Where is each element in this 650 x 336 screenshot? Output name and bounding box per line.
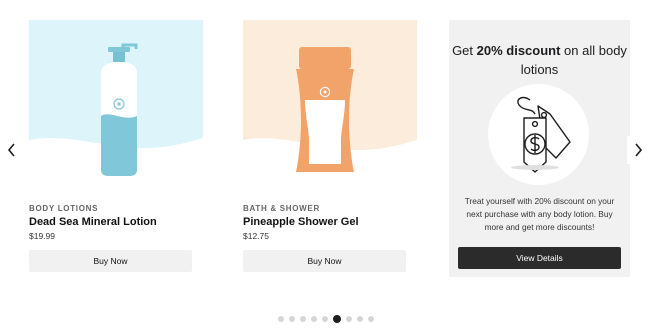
pagination-dot[interactable]: [357, 316, 363, 322]
pagination-dot[interactable]: [346, 316, 352, 322]
product-category: BATH & SHOWER: [243, 204, 320, 213]
pagination-dot[interactable]: [322, 316, 328, 322]
shower-gel-bottle-illustration: [243, 20, 417, 192]
view-details-button[interactable]: View Details: [458, 247, 621, 269]
pagination-dot[interactable]: [300, 316, 306, 322]
promo-description: Treat yourself with 20% discount on your…: [464, 196, 615, 232]
pagination-dot[interactable]: [289, 316, 295, 322]
carousel-pagination: [278, 315, 374, 323]
product-price: $12.75: [243, 231, 269, 241]
promo-icon-shadow: [511, 165, 559, 170]
lotion-bottle-illustration: [29, 20, 203, 192]
pagination-dot-active[interactable]: [333, 315, 341, 323]
product-name[interactable]: Dead Sea Mineral Lotion: [29, 216, 203, 228]
carousel-next-button[interactable]: [627, 136, 649, 164]
product-card: BODY LOTIONS Dead Sea Mineral Lotion $19…: [29, 20, 203, 272]
product-category: BODY LOTIONS: [29, 204, 99, 213]
promo-title-highlight: 20% discount: [476, 43, 561, 58]
buy-now-button[interactable]: Buy Now: [29, 250, 192, 272]
product-card: BATH & SHOWER Pineapple Shower Gel $12.7…: [243, 20, 417, 272]
buy-now-button[interactable]: Buy Now: [243, 250, 406, 272]
pagination-dot[interactable]: [368, 316, 374, 322]
chevron-left-icon: [7, 143, 15, 157]
product-image-lotion-bottle[interactable]: [29, 20, 203, 192]
promo-card: Get 20% discount on all body lotions Tre…: [449, 20, 630, 277]
product-name[interactable]: Pineapple Shower Gel: [243, 216, 417, 228]
product-carousel: BODY LOTIONS Dead Sea Mineral Lotion $19…: [0, 0, 650, 336]
product-image-shower-gel[interactable]: [243, 20, 417, 192]
pagination-dot[interactable]: [311, 316, 317, 322]
carousel-prev-button[interactable]: [1, 136, 23, 164]
promo-title-prefix: Get: [452, 43, 477, 58]
product-price: $19.99: [29, 231, 55, 241]
pagination-dot[interactable]: [278, 316, 284, 322]
promo-title: Get 20% discount on all body lotions: [449, 41, 630, 79]
chevron-right-icon: [635, 143, 643, 157]
